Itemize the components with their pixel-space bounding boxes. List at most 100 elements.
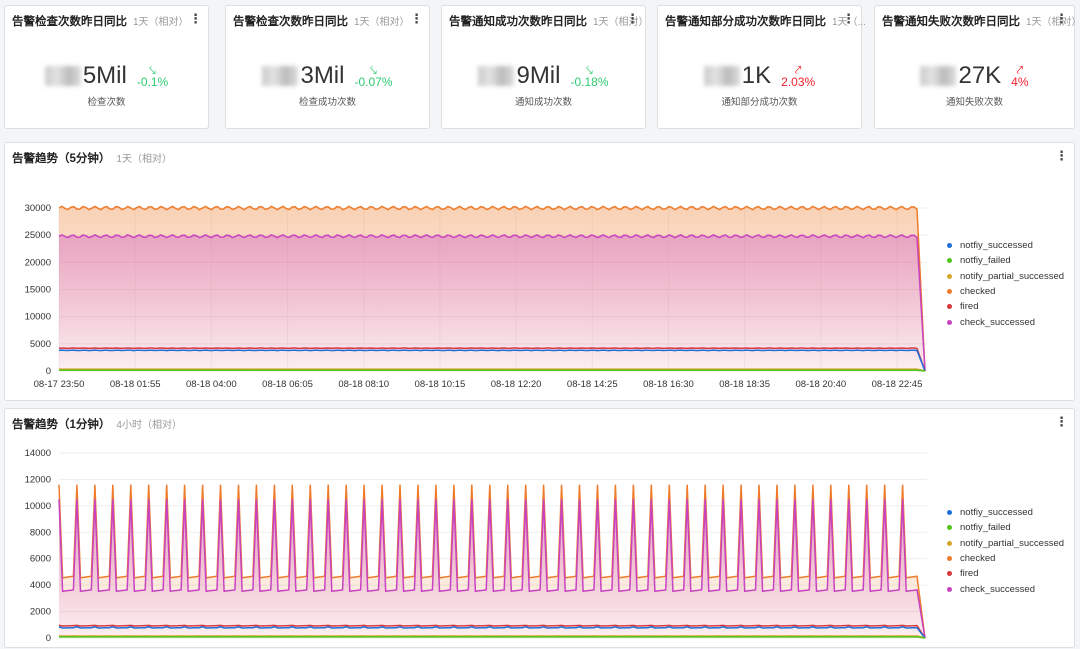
stat-value: 1K — [741, 62, 772, 89]
x-tick-label: 08-18 20:40 — [795, 379, 846, 390]
trend-panel-1min: 告警趋势（1分钟） 4小时（相对） ⋮ 0 2000 4000 6000 8000 1000… — [4, 408, 1075, 648]
stat-card: 告警通知部分成功次数昨日同比 1天（... ⋮ 1K ⤤ 2.03% 通知部分成功次数 — [657, 5, 866, 129]
y-tick-label: 25000 — [25, 230, 51, 241]
x-tick-label: 08-18 12:20 — [491, 379, 542, 390]
x-tick-label: 08-18 08:10 — [338, 379, 389, 390]
series-line-notfiy_failed — [59, 369, 926, 372]
stat-value: 3Mil — [300, 62, 345, 89]
y-tick-label: 10000 — [25, 312, 51, 323]
legend-label: notify_partial_successed — [960, 270, 1065, 282]
card-range: 1天（相对） — [133, 17, 189, 28]
legend-dot-icon — [947, 586, 952, 592]
redacted-digits — [703, 66, 740, 86]
legend-label: notify_partial_successed — [960, 537, 1065, 549]
x-tick-label: 08-18 06:05 — [262, 379, 313, 390]
card-title: 告警通知部分成功次数昨日同比 — [665, 16, 826, 28]
change-percent: 4% — [1011, 75, 1029, 89]
legend-label: notfiy_failed — [960, 255, 1011, 267]
legend-dot-icon — [947, 243, 952, 249]
legend-dot-icon — [947, 304, 952, 310]
legend-item[interactable]: notify_partial_successed — [945, 536, 1064, 551]
x-tick-label: 08-18 14:25 — [567, 379, 618, 390]
legend-dot-icon — [947, 289, 952, 295]
card-title: 告警检查次数昨日同比 — [233, 16, 348, 28]
card-range: 1天（相对） — [354, 17, 410, 28]
stat-label: 检查次数 — [87, 97, 126, 108]
legend-item[interactable]: notify_partial_successed — [945, 269, 1064, 284]
card-range: 1天（相对） — [1026, 17, 1080, 28]
change-percent: -0.07% — [354, 75, 393, 89]
legend-item[interactable]: fired — [945, 299, 1064, 314]
legend-dot-icon — [947, 258, 952, 264]
stat-card: 告警检查次数昨日同比 1天（相对） ⋮ 5Mil ⤥ -0.1% 检查次数 — [4, 5, 209, 129]
legend-label: check_successed — [960, 316, 1035, 328]
legend-item[interactable]: check_successed — [945, 314, 1064, 329]
y-tick-label: 10000 — [25, 501, 51, 512]
stat-label: 通知成功次数 — [514, 97, 572, 108]
stat-label: 检查成功次数 — [298, 97, 356, 108]
x-tick-label: 08-18 16:30 — [643, 379, 694, 390]
card-title: 告警通知失败次数昨日同比 — [882, 16, 1020, 28]
y-tick-label: 8000 — [30, 527, 51, 538]
legend-label: checked — [960, 553, 996, 565]
legend-item[interactable]: fired — [945, 566, 1064, 581]
legend-item[interactable]: checked — [945, 551, 1064, 566]
y-tick-label: 6000 — [30, 554, 51, 565]
legend-item[interactable]: checked — [945, 284, 1064, 299]
card-range: 1天（相对） — [593, 17, 649, 28]
redacted-digits — [478, 66, 515, 86]
legend-label: fired — [960, 301, 979, 313]
card-title: 告警检查次数昨日同比 — [12, 16, 127, 28]
card-menu-icon[interactable]: ⋮ — [189, 11, 202, 27]
stat-value: 27K — [958, 62, 1002, 89]
legend-label: checked — [960, 286, 996, 298]
legend-item[interactable]: notfiy_successed — [945, 505, 1064, 520]
legend-dot-icon — [947, 540, 952, 546]
card-menu-icon[interactable]: ⋮ — [1055, 11, 1068, 27]
chart-5min: 0 5000 10000 15000 20000 25000 30000 08-17 23:5… — [25, 203, 927, 390]
legend-label: notfiy_failed — [960, 522, 1011, 534]
x-tick-label: 08-18 22:45 — [872, 379, 923, 390]
legend-label: notfiy_successed — [960, 507, 1033, 519]
y-tick-label: 30000 — [25, 203, 51, 214]
legend-item[interactable]: notfiy_failed — [945, 253, 1064, 268]
stat-card: 告警通知失败次数昨日同比 1天（相对） ⋮ 27K ⤤ 4% 通知失败次数 — [874, 5, 1080, 129]
card-menu-icon[interactable]: ⋮ — [626, 11, 639, 27]
legend-dot-icon — [947, 571, 952, 577]
card-title: 告警通知成功次数昨日同比 — [449, 16, 587, 28]
redacted-digits — [44, 66, 81, 86]
card-menu-icon[interactable]: ⋮ — [842, 11, 855, 27]
y-tick-label: 5000 — [30, 339, 51, 350]
change-percent: -0.18% — [570, 75, 609, 89]
change-percent: -0.1% — [136, 75, 169, 89]
redacted-digits — [920, 66, 957, 86]
y-tick-label: 4000 — [30, 580, 51, 591]
legend-dot-icon — [947, 556, 952, 562]
legend-item[interactable]: notfiy_failed — [945, 520, 1064, 535]
y-tick-label: 12000 — [25, 474, 51, 485]
legend-item[interactable]: check_successed — [945, 581, 1064, 596]
legend-label: fired — [960, 568, 979, 580]
x-tick-label: 08-18 10:15 — [415, 379, 466, 390]
redacted-digits — [262, 66, 299, 86]
legend-label: check_successed — [960, 583, 1035, 595]
legend-dot-icon — [947, 510, 952, 516]
chart-1min: 0 2000 4000 6000 8000 10000 12000 14000 — [25, 448, 927, 644]
x-tick-label: 08-18 01:55 — [110, 379, 161, 390]
stat-label: 通知部分成功次数 — [721, 97, 798, 108]
y-tick-label: 15000 — [25, 285, 51, 296]
legend-dot-icon — [947, 319, 952, 325]
y-tick-label: 14000 — [25, 448, 51, 459]
y-tick-label: 0 — [46, 366, 51, 377]
legend-dot-icon — [947, 273, 952, 279]
stat-card: 告警通知成功次数昨日同比 1天（相对） ⋮ 9Mil ⤥ -0.18% 通知成功次数 — [441, 5, 649, 129]
stat-label: 通知失败次数 — [945, 97, 1003, 108]
x-tick-label: 08-18 18:35 — [719, 379, 770, 390]
x-tick-label: 08-17 23:50 — [34, 379, 85, 390]
legend-item[interactable]: notfiy_successed — [945, 238, 1064, 253]
x-tick-label: 08-18 04:00 — [186, 379, 237, 390]
card-menu-icon[interactable]: ⋮ — [410, 11, 423, 27]
legend-dot-icon — [947, 525, 952, 531]
y-tick-label: 20000 — [25, 257, 51, 268]
y-tick-label: 0 — [46, 633, 51, 644]
